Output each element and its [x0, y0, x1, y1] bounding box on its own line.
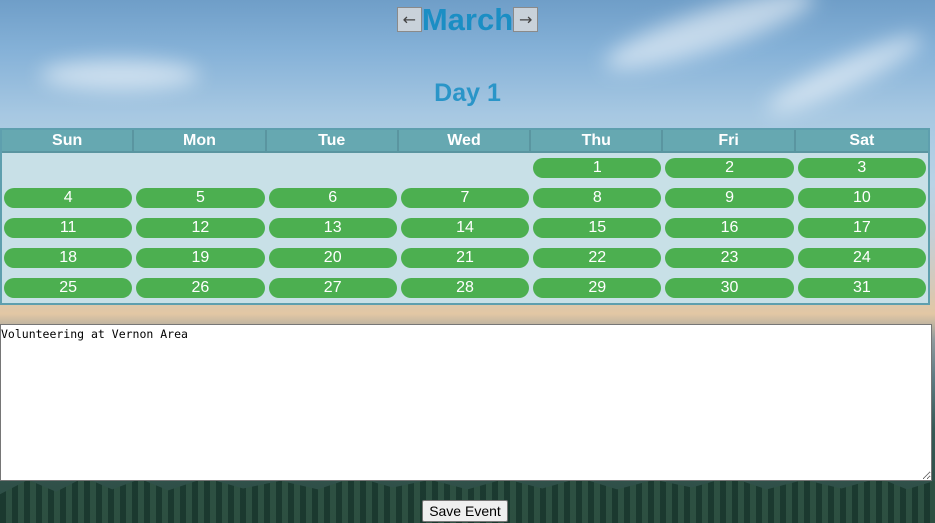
- calendar-day-cell: 15: [531, 213, 663, 243]
- calendar-day-button[interactable]: 16: [665, 218, 794, 238]
- calendar-day-button[interactable]: 24: [797, 248, 926, 268]
- calendar-day-cell: 5: [134, 183, 266, 213]
- calendar-day-cell: 17: [796, 213, 928, 243]
- calendar-day-cell: 7: [399, 183, 531, 213]
- calendar-day-cell: 30: [663, 273, 795, 303]
- calendar-day-cell: 31: [796, 273, 928, 303]
- calendar-day-button[interactable]: 5: [136, 188, 265, 208]
- weekday-header-row: Sun Mon Tue Wed Thu Fri Sat: [2, 130, 928, 153]
- calendar-grid: Sun Mon Tue Wed Thu Fri Sat 1 2 3 4 5 6 7 8 9 10 1…: [0, 128, 930, 305]
- calendar-day-button[interactable]: 22: [533, 248, 662, 268]
- calendar-day-button[interactable]: 18: [4, 248, 133, 268]
- calendar-week-row: 18 19 20 21 22 23 24: [2, 243, 928, 273]
- weekday-header: Thu: [531, 130, 664, 153]
- calendar-day-button[interactable]: 17: [797, 218, 926, 238]
- calendar-day-cell: 12: [134, 213, 266, 243]
- save-event-button[interactable]: Save Event: [422, 500, 508, 522]
- calendar-day-cell: 8: [531, 183, 663, 213]
- calendar-day-button[interactable]: 29: [533, 278, 662, 298]
- calendar-day-cell: 18: [2, 243, 134, 273]
- calendar-empty-cell: [134, 153, 266, 183]
- calendar-day-button[interactable]: 4: [4, 188, 133, 208]
- calendar-day-cell: 28: [399, 273, 531, 303]
- weekday-header: Wed: [398, 130, 532, 153]
- weekday-header: Sat: [795, 130, 928, 153]
- calendar-day-cell: 26: [134, 273, 266, 303]
- calendar-week-row: 11 12 13 14 15 16 17: [2, 213, 928, 243]
- calendar-day-button[interactable]: 9: [665, 188, 794, 208]
- calendar-day-cell: 27: [267, 273, 399, 303]
- calendar-empty-cell: [2, 153, 134, 183]
- calendar-day-cell: 3: [796, 153, 928, 183]
- calendar-day-button[interactable]: 27: [268, 278, 397, 298]
- calendar-day-button[interactable]: 8: [533, 188, 662, 208]
- weekday-header: Fri: [663, 130, 796, 153]
- calendar-day-cell: 29: [531, 273, 663, 303]
- calendar-day-cell: 20: [267, 243, 399, 273]
- calendar-day-button[interactable]: 14: [400, 218, 530, 238]
- calendar-day-cell: 16: [663, 213, 795, 243]
- calendar-day-button[interactable]: 31: [797, 278, 926, 298]
- selected-day-title: Day 1: [434, 79, 501, 107]
- weekday-header: Tue: [266, 130, 399, 153]
- calendar-day-button[interactable]: 25: [4, 278, 133, 298]
- calendar-day-cell: 13: [267, 213, 399, 243]
- calendar-day-button[interactable]: 7: [400, 188, 530, 208]
- calendar-day-cell: 21: [399, 243, 531, 273]
- calendar-body: 1 2 3 4 5 6 7 8 9 10 11 12 13 14 15 16 17 18 19 20 21 22 23 24 2…: [2, 153, 928, 303]
- calendar-day-cell: 14: [399, 213, 531, 243]
- calendar-day-button[interactable]: 28: [400, 278, 530, 298]
- calendar-day-cell: 4: [2, 183, 134, 213]
- calendar-day-cell: 22: [531, 243, 663, 273]
- month-header: ← March →: [0, 2, 935, 38]
- calendar-day-button[interactable]: 26: [136, 278, 265, 298]
- background-cloud: [762, 25, 928, 123]
- calendar-day-button[interactable]: 3: [797, 158, 926, 178]
- month-title: March: [421, 2, 514, 37]
- weekday-header: Mon: [134, 130, 267, 153]
- calendar-day-cell: 24: [796, 243, 928, 273]
- calendar-day-button[interactable]: 20: [268, 248, 397, 268]
- calendar-day-button[interactable]: 15: [533, 218, 662, 238]
- calendar-day-button[interactable]: 1: [533, 158, 662, 178]
- calendar-week-row: 123: [2, 153, 928, 183]
- calendar-day-button[interactable]: 6: [268, 188, 397, 208]
- calendar-day-button[interactable]: 19: [136, 248, 265, 268]
- calendar-day-cell: 19: [134, 243, 266, 273]
- calendar-day-button[interactable]: 21: [400, 248, 530, 268]
- calendar-empty-cell: [399, 153, 531, 183]
- weekday-header: Sun: [2, 130, 135, 153]
- calendar-day-button[interactable]: 30: [665, 278, 794, 298]
- calendar-day-cell: 11: [2, 213, 134, 243]
- calendar-day-button[interactable]: 2: [665, 158, 794, 178]
- calendar-empty-cell: [267, 153, 399, 183]
- calendar-day-cell: 10: [796, 183, 928, 213]
- calendar-week-row: 25 26 27 28 29 30 31: [2, 273, 928, 303]
- calendar-week-row: 4 5 6 7 8 9 10: [2, 183, 928, 213]
- calendar-day-button[interactable]: 10: [797, 188, 926, 208]
- calendar-day-cell: 23: [663, 243, 795, 273]
- calendar-day-button[interactable]: 11: [4, 218, 133, 238]
- next-month-button[interactable]: →: [513, 7, 539, 32]
- calendar-day-cell: 9: [663, 183, 795, 213]
- calendar-day-button[interactable]: 12: [136, 218, 265, 238]
- calendar-day-cell: 6: [267, 183, 399, 213]
- calendar-day-button[interactable]: 23: [665, 248, 794, 268]
- calendar-day-cell: 1: [531, 153, 663, 183]
- event-text-area[interactable]: Volunteering at Vernon Area: [0, 324, 932, 481]
- prev-month-button[interactable]: ←: [396, 7, 422, 32]
- calendar-day-button[interactable]: 13: [268, 218, 397, 238]
- calendar-day-cell: 2: [663, 153, 795, 183]
- calendar-day-cell: 25: [2, 273, 134, 303]
